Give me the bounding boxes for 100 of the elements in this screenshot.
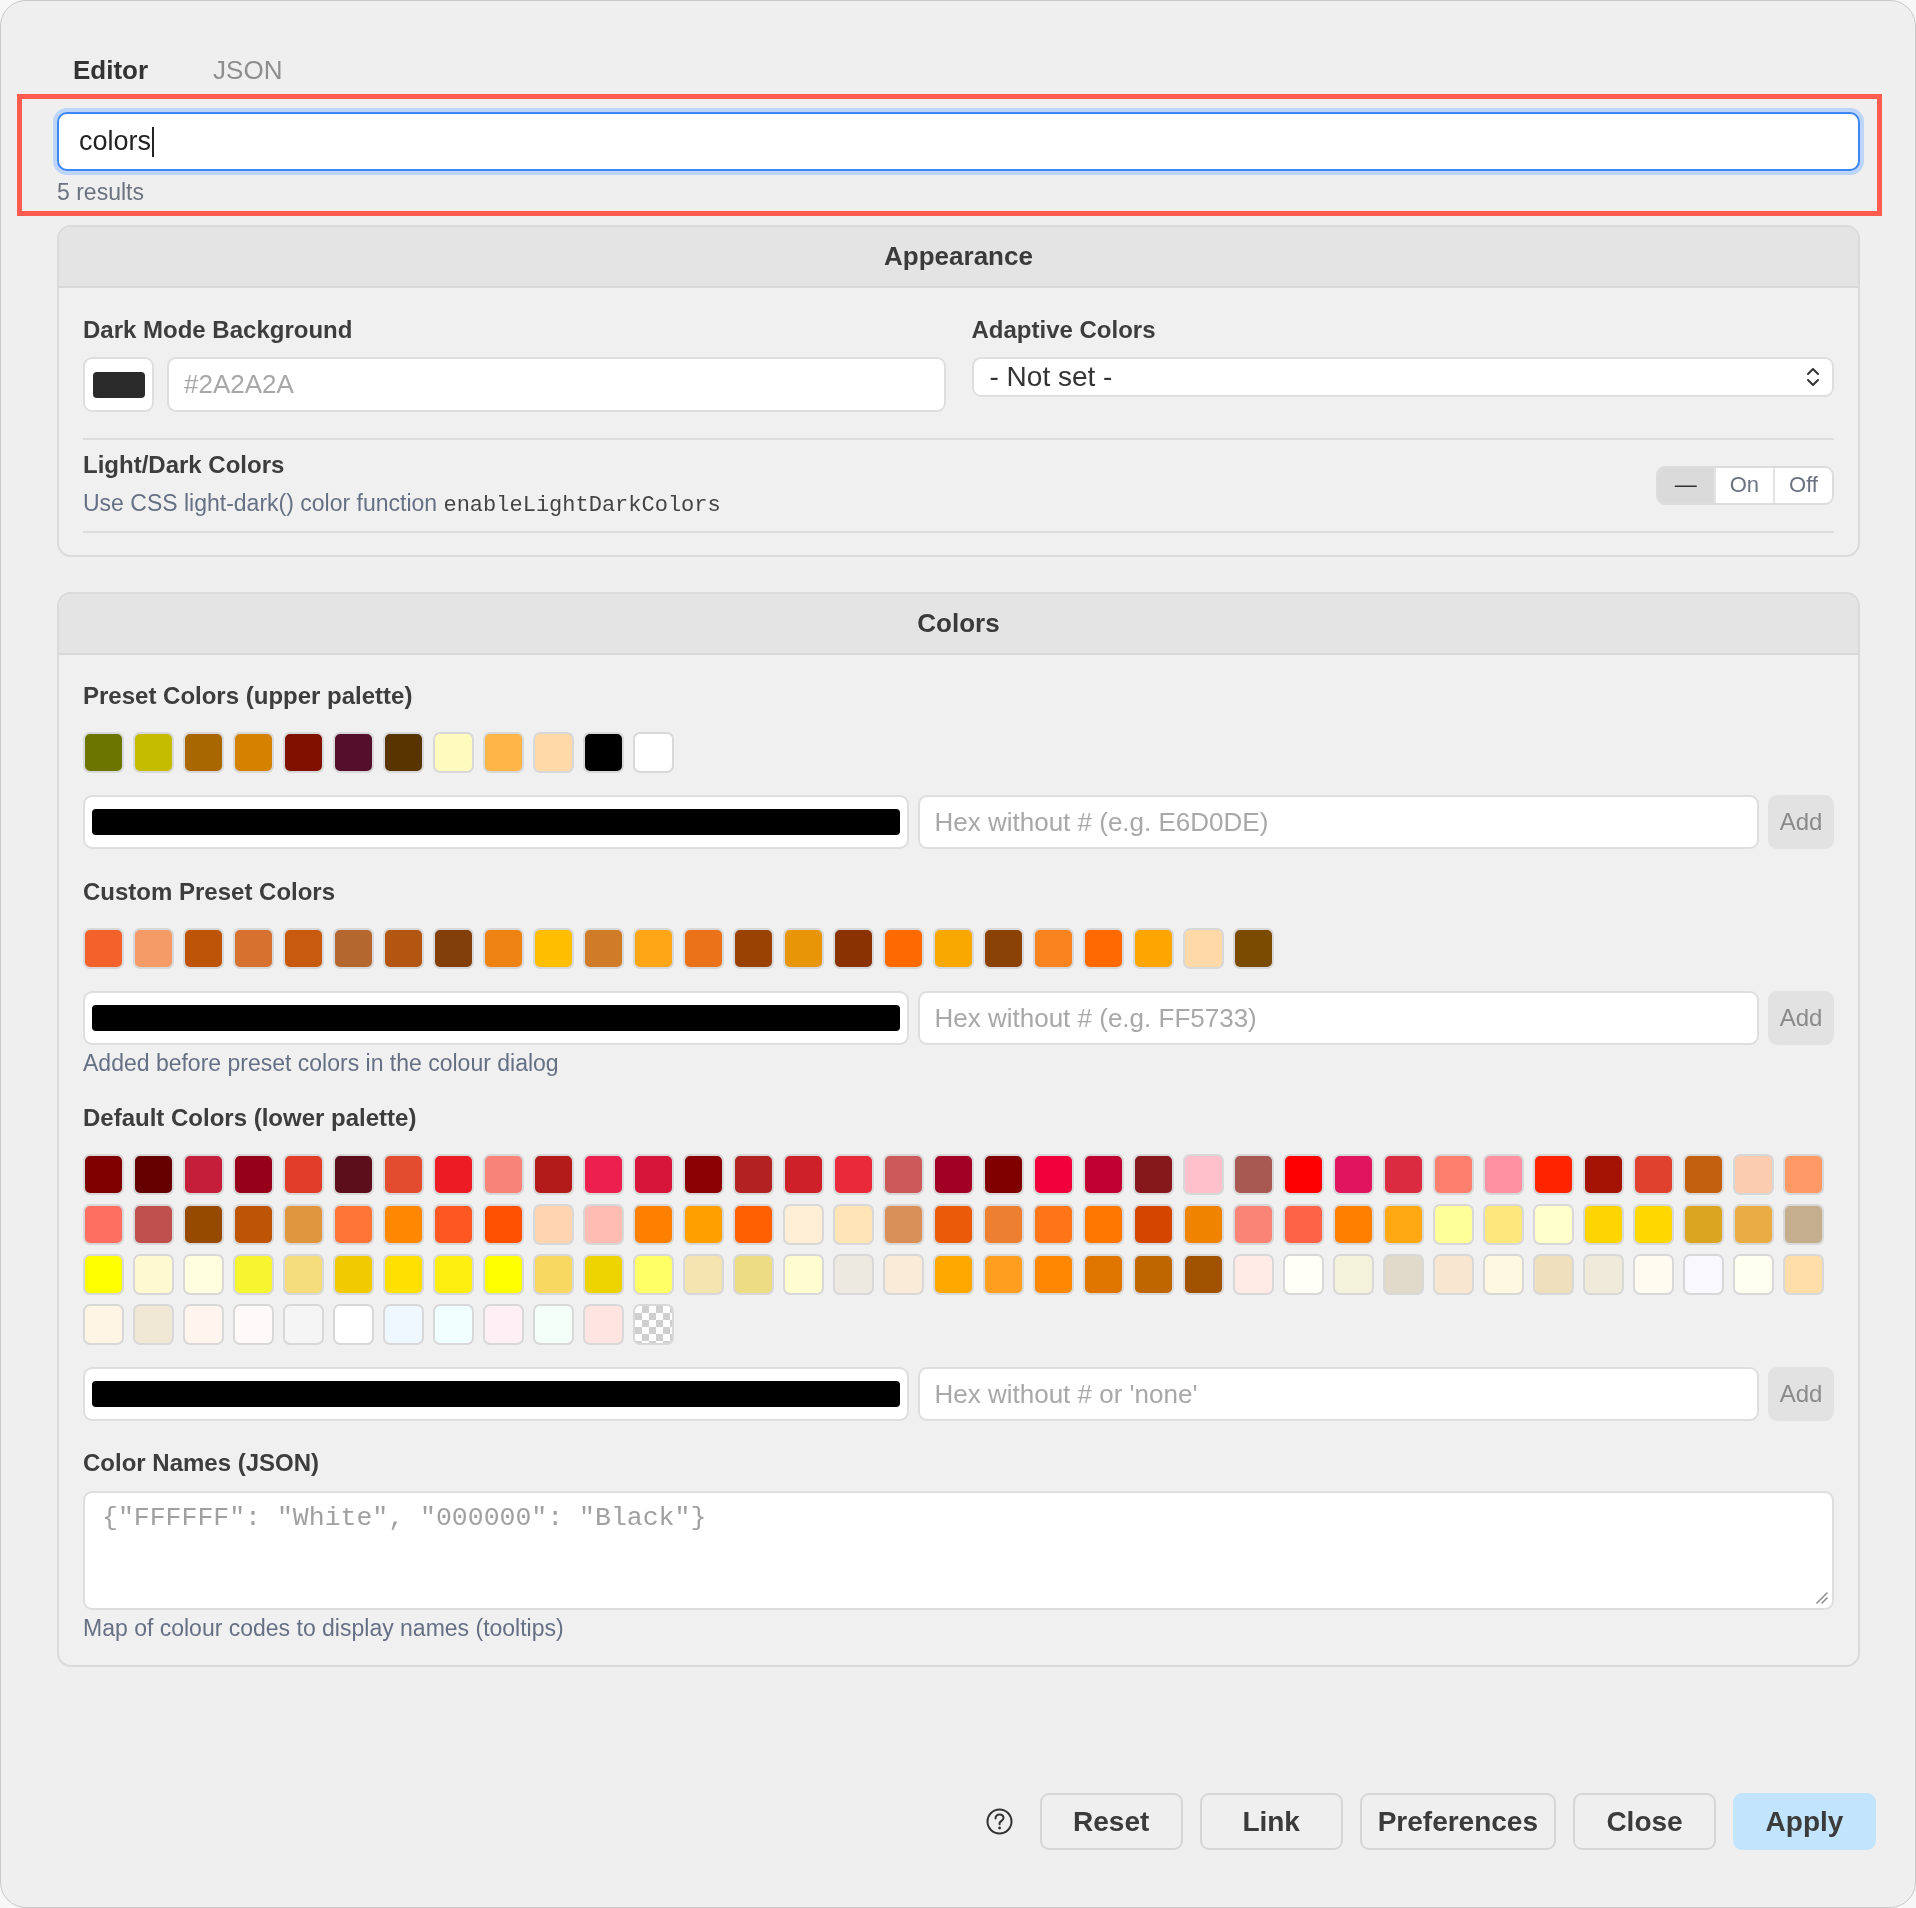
color-swatch-icon[interactable] (1533, 1154, 1574, 1195)
color-swatch-icon[interactable] (933, 1204, 974, 1245)
color-picker[interactable] (83, 1367, 909, 1421)
color-swatch-icon[interactable] (1283, 1154, 1324, 1195)
color-swatch-icon[interactable] (683, 1154, 724, 1195)
color-swatch-icon[interactable] (1433, 1154, 1474, 1195)
resize-grip-icon[interactable] (1814, 1590, 1828, 1604)
color-swatch-icon[interactable] (233, 732, 274, 773)
color-swatch-icon[interactable] (1183, 1254, 1224, 1295)
color-swatch-icon[interactable] (83, 1204, 124, 1245)
color-swatch-icon[interactable] (1533, 1254, 1574, 1295)
button[interactable]: Link (1199, 1793, 1343, 1850)
color-swatch-icon[interactable] (1233, 1154, 1274, 1195)
color-swatch-icon[interactable] (433, 1304, 474, 1345)
color-swatch-icon[interactable] (533, 1254, 574, 1295)
color-swatch-icon[interactable] (733, 928, 774, 969)
color-swatch-icon[interactable] (683, 1204, 724, 1245)
color-swatch-icon[interactable] (283, 928, 324, 969)
color-swatch-icon[interactable] (983, 1254, 1024, 1295)
button[interactable]: Close (1573, 1793, 1716, 1850)
checkerboard-swatch-icon[interactable] (633, 1304, 674, 1345)
color-swatch-icon[interactable] (1183, 1204, 1224, 1245)
color-swatch-icon[interactable] (1383, 1154, 1424, 1195)
color-swatch-icon[interactable] (1783, 1154, 1824, 1195)
color-swatch-icon[interactable] (633, 1154, 674, 1195)
color-swatch-icon[interactable] (883, 928, 924, 969)
color-swatch-icon[interactable] (233, 1204, 274, 1245)
color-swatch-icon[interactable] (233, 1254, 274, 1295)
color-swatch-icon[interactable] (1633, 1204, 1674, 1245)
color-swatch-icon[interactable] (333, 1304, 374, 1345)
color-swatch-icon[interactable] (1033, 1204, 1074, 1245)
color-swatch-icon[interactable] (1083, 1204, 1124, 1245)
color-swatch-icon[interactable] (1033, 1254, 1074, 1295)
button[interactable]: Reset (1039, 1793, 1183, 1850)
color-swatch-icon[interactable] (183, 928, 224, 969)
color-swatch-icon[interactable] (1183, 1154, 1224, 1195)
color-swatch-icon[interactable] (583, 732, 624, 773)
color-swatch-icon[interactable] (1233, 1204, 1274, 1245)
color-swatch-icon[interactable] (333, 732, 374, 773)
color-swatch-icon[interactable] (283, 1154, 324, 1195)
color-swatch-icon[interactable] (1283, 1204, 1324, 1245)
color-swatch-icon[interactable] (183, 1254, 224, 1295)
color-swatch-icon[interactable] (583, 928, 624, 969)
color-swatch-icon[interactable] (783, 1204, 824, 1245)
color-swatch-icon[interactable] (1783, 1254, 1824, 1295)
color-swatch-icon[interactable] (1033, 928, 1074, 969)
color-swatch-icon[interactable] (1083, 928, 1124, 969)
color-swatch-icon[interactable] (533, 1304, 574, 1345)
color-swatch-icon[interactable] (933, 1154, 974, 1195)
color-swatch-icon[interactable] (983, 1154, 1024, 1195)
color-swatch-icon[interactable] (1133, 1254, 1174, 1295)
color-swatch-icon[interactable] (1683, 1154, 1724, 1195)
color-swatch-icon[interactable] (183, 1304, 224, 1345)
color-swatch-icon[interactable] (1483, 1254, 1524, 1295)
color-swatch-icon[interactable] (1033, 1154, 1074, 1195)
color-swatch-icon[interactable] (1733, 1204, 1774, 1245)
color-swatch-icon[interactable] (1333, 1204, 1374, 1245)
color-swatch-icon[interactable] (233, 1154, 274, 1195)
color-swatch-icon[interactable] (983, 928, 1024, 969)
hex-input-field[interactable]: #2A2A2A (167, 357, 946, 412)
color-swatch-icon[interactable] (733, 1154, 774, 1195)
color-swatch-icon[interactable] (783, 928, 824, 969)
color-swatch-icon[interactable] (483, 1304, 524, 1345)
color-swatch-icon[interactable] (1733, 1154, 1774, 1195)
color-swatch-icon[interactable] (683, 1254, 724, 1295)
color-swatch-icon[interactable] (333, 1204, 374, 1245)
color-swatch-icon[interactable] (633, 1254, 674, 1295)
color-swatch-icon[interactable] (733, 1254, 774, 1295)
color-swatch-icon[interactable] (1583, 1154, 1624, 1195)
color-swatch-icon[interactable] (633, 928, 674, 969)
color-swatch-icon[interactable] (533, 928, 574, 969)
color-swatch-icon[interactable] (1683, 1204, 1724, 1245)
color-picker[interactable] (83, 357, 154, 412)
color-swatch-icon[interactable] (1533, 1204, 1574, 1245)
color-swatch-icon[interactable] (1583, 1254, 1624, 1295)
color-swatch-icon[interactable] (533, 1204, 574, 1245)
color-swatch-icon[interactable] (833, 928, 874, 969)
color-swatch-icon[interactable] (583, 1304, 624, 1345)
color-swatch-icon[interactable] (83, 732, 124, 773)
color-swatch-icon[interactable] (383, 1204, 424, 1245)
color-swatch-icon[interactable] (1183, 928, 1224, 969)
color-swatch-icon[interactable] (633, 1204, 674, 1245)
color-swatch-icon[interactable] (383, 928, 424, 969)
color-swatch-icon[interactable] (1433, 1254, 1474, 1295)
color-swatch-icon[interactable] (233, 1304, 274, 1345)
color-swatch-icon[interactable] (583, 1254, 624, 1295)
color-swatch-icon[interactable] (433, 1154, 474, 1195)
color-swatch-icon[interactable] (583, 1204, 624, 1245)
color-swatch-icon[interactable] (1383, 1254, 1424, 1295)
tab[interactable]: Editor (57, 50, 165, 90)
color-swatch-icon[interactable] (583, 1154, 624, 1195)
color-swatch-icon[interactable] (133, 1204, 174, 1245)
color-swatch-icon[interactable] (333, 1254, 374, 1295)
hex-input-field[interactable]: Hex without # (e.g. FF5733) (917, 991, 1759, 1045)
color-swatch-icon[interactable] (1333, 1154, 1374, 1195)
color-swatch-icon[interactable] (433, 732, 474, 773)
color-swatch-icon[interactable] (133, 1154, 174, 1195)
color-swatch-icon[interactable] (883, 1254, 924, 1295)
color-swatch-icon[interactable] (483, 928, 524, 969)
color-swatch-icon[interactable] (483, 1204, 524, 1245)
